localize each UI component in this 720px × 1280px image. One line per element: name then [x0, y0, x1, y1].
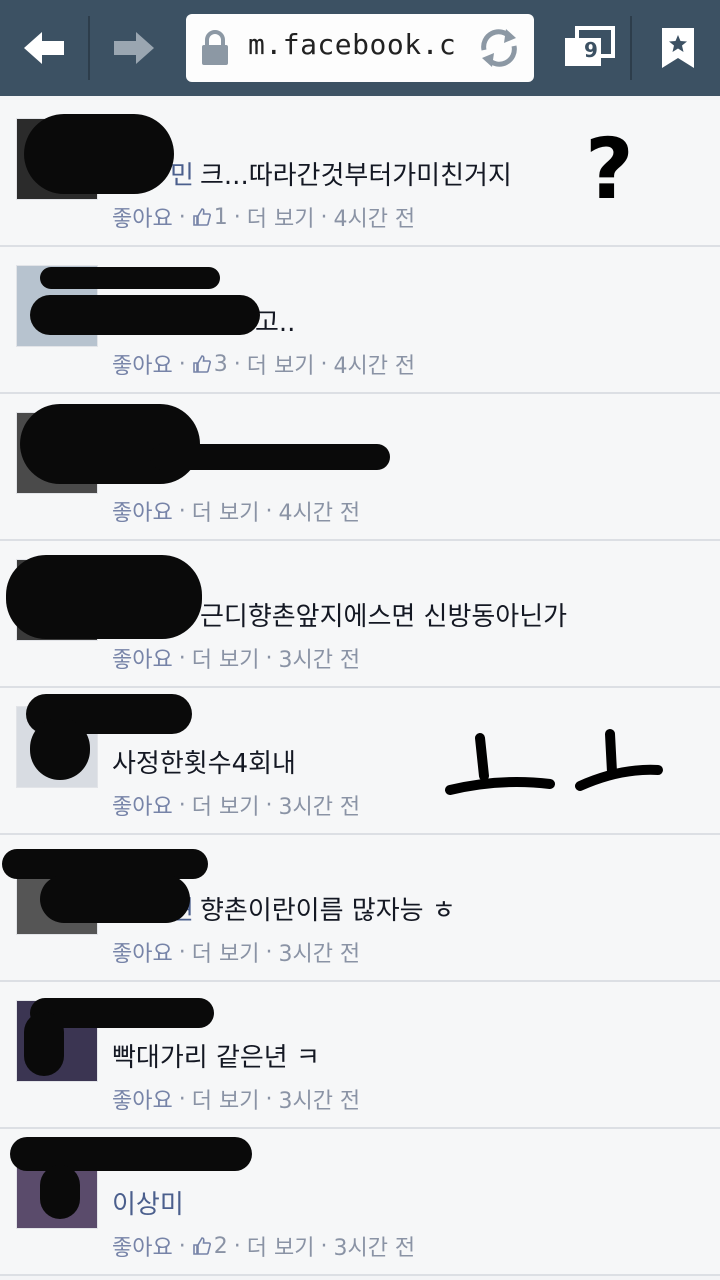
- back-button[interactable]: [0, 0, 88, 96]
- comment-list: 민 크...따라간것부터가미친거지 좋아요 · 1 · 더 보기 · 4시간 전…: [0, 100, 720, 1276]
- comment-row: 현 향촌이란이름 많자능 ㅎ 좋아요 · 더 보기 · 3시간 전: [0, 835, 720, 982]
- comment-row: 이상미 좋아요 · 2 · 더 보기 · 3시간 전: [0, 1129, 720, 1276]
- more-link[interactable]: 더 보기: [192, 936, 260, 968]
- separator: ·: [178, 498, 186, 524]
- like-link[interactable]: 좋아요: [112, 1083, 173, 1115]
- redaction-scribble: [40, 1165, 80, 1219]
- tab-count: 9: [584, 38, 598, 62]
- comment-text: 크...따라간것부터가미친거지: [200, 161, 512, 191]
- separator: ·: [233, 351, 241, 377]
- like-count: 1: [213, 204, 228, 230]
- separator: ·: [320, 204, 328, 230]
- separator: ·: [265, 645, 273, 671]
- like-link[interactable]: 좋아요: [112, 789, 173, 821]
- thumbs-up-icon: [192, 1237, 211, 1255]
- timestamp: 3시간 전: [278, 1089, 361, 1114]
- like-link[interactable]: 좋아요: [112, 1230, 173, 1262]
- comment-actions: 좋아요 · 더 보기 · 3시간 전: [112, 789, 360, 821]
- lock-icon: [202, 30, 228, 65]
- timestamp: 4시간 전: [333, 207, 416, 232]
- comment-actions: 좋아요 · 1 · 더 보기 · 4시간 전: [112, 201, 415, 233]
- like-count: 3: [213, 351, 228, 377]
- timestamp: 3시간 전: [278, 795, 361, 820]
- more-link[interactable]: 더 보기: [192, 642, 260, 674]
- commenter-name[interactable]: 민: [170, 155, 194, 192]
- more-link[interactable]: 더 보기: [247, 1230, 315, 1262]
- bookmark-star-icon: [662, 28, 694, 68]
- thumbs-up-icon: [192, 355, 211, 373]
- comment-actions: 좋아요 · 더 보기 · 4시간 전: [112, 495, 360, 527]
- comment-row: 민 크...따라간것부터가미친거지 좋아요 · 1 · 더 보기 · 4시간 전…: [0, 100, 720, 247]
- separator: ·: [178, 792, 186, 818]
- redaction-scribble: [40, 267, 220, 289]
- forward-arrow-icon: [114, 32, 154, 64]
- separator: ·: [265, 1086, 273, 1112]
- toolbar-divider: [630, 16, 632, 80]
- comment-actions: 좋아요 · 3 · 더 보기 · 4시간 전: [112, 348, 415, 380]
- separator: ·: [178, 1233, 186, 1259]
- handwritten-crying-emoticon: [445, 729, 663, 795]
- more-link[interactable]: 더 보기: [192, 1083, 260, 1115]
- timestamp: 3시간 전: [278, 648, 361, 673]
- comment-actions: 좋아요 · 더 보기 · 3시간 전: [112, 936, 360, 968]
- redaction-scribble: [30, 295, 260, 335]
- redaction-scribble: [40, 875, 190, 923]
- separator: ·: [265, 939, 273, 965]
- comment-text: 이상미: [112, 1190, 184, 1220]
- timestamp: 3시간 전: [278, 942, 361, 967]
- redaction-scribble: [30, 718, 90, 780]
- separator: ·: [265, 498, 273, 524]
- comment-text: 근디향촌앞지에스면 신방동아닌가: [200, 602, 568, 632]
- separator: ·: [178, 645, 186, 671]
- comment-actions: 좋아요 · 더 보기 · 3시간 전: [112, 1083, 360, 1115]
- redaction-scribble: [24, 114, 174, 194]
- comment-text: 빡대가리 같은년 ㅋ: [112, 1043, 320, 1073]
- more-link[interactable]: 더 보기: [247, 201, 315, 233]
- refresh-icon[interactable]: [476, 26, 522, 70]
- separator: ·: [178, 204, 186, 230]
- comment-row: 사정한횟수4회내 좋아요 · 더 보기 · 3시간 전: [0, 688, 720, 835]
- like-link[interactable]: 좋아요: [112, 642, 173, 674]
- separator: ·: [265, 792, 273, 818]
- bookmark-button[interactable]: [636, 0, 720, 96]
- handwritten-question-mark: ?: [585, 120, 634, 218]
- comment-text: 사정한횟수4회내: [112, 749, 296, 779]
- comment-row: 좋아요 · 더 보기 · 4시간 전: [0, 394, 720, 541]
- thumbs-up-icon: [192, 208, 211, 226]
- like-count: 2: [213, 1233, 228, 1259]
- redaction-scribble: [10, 1137, 252, 1171]
- url-text: m.facebook.c: [248, 28, 457, 61]
- back-arrow-icon: [24, 32, 64, 64]
- comment-text: 고..: [255, 308, 296, 338]
- like-link[interactable]: 좋아요: [112, 348, 173, 380]
- more-link[interactable]: 더 보기: [192, 495, 260, 527]
- separator: ·: [178, 939, 186, 965]
- timestamp: 4시간 전: [278, 501, 361, 526]
- separator: ·: [233, 204, 241, 230]
- comment-row: 빡대가리 같은년 ㅋ 좋아요 · 더 보기 · 3시간 전: [0, 982, 720, 1129]
- separator: ·: [320, 351, 328, 377]
- forward-button[interactable]: [90, 0, 178, 96]
- separator: ·: [178, 351, 186, 377]
- comment-actions: 좋아요 · 더 보기 · 3시간 전: [112, 642, 360, 674]
- comment-actions: 좋아요 · 2 · 더 보기 · 3시간 전: [112, 1230, 415, 1262]
- separator: ·: [233, 1233, 241, 1259]
- browser-toolbar: m.facebook.c 9: [0, 0, 720, 96]
- separator: ·: [178, 1086, 186, 1112]
- more-link[interactable]: 더 보기: [247, 348, 315, 380]
- like-link[interactable]: 좋아요: [112, 201, 173, 233]
- comment-row: 근디향촌앞지에스면 신방동아닌가 좋아요 · 더 보기 · 3시간 전: [0, 541, 720, 688]
- like-link[interactable]: 좋아요: [112, 936, 173, 968]
- comment-text: 향촌이란이름 많자능 ㅎ: [200, 896, 456, 926]
- timestamp: 3시간 전: [333, 1236, 416, 1261]
- redaction-scribble: [6, 555, 202, 639]
- separator: ·: [320, 1233, 328, 1259]
- comment-row: 고.. 좋아요 · 3 · 더 보기 · 4시간 전: [0, 247, 720, 394]
- timestamp: 4시간 전: [333, 354, 416, 379]
- redaction-scribble: [150, 444, 390, 470]
- address-bar[interactable]: m.facebook.c: [186, 14, 534, 82]
- redaction-scribble: [24, 1012, 64, 1076]
- more-link[interactable]: 더 보기: [192, 789, 260, 821]
- like-link[interactable]: 좋아요: [112, 495, 173, 527]
